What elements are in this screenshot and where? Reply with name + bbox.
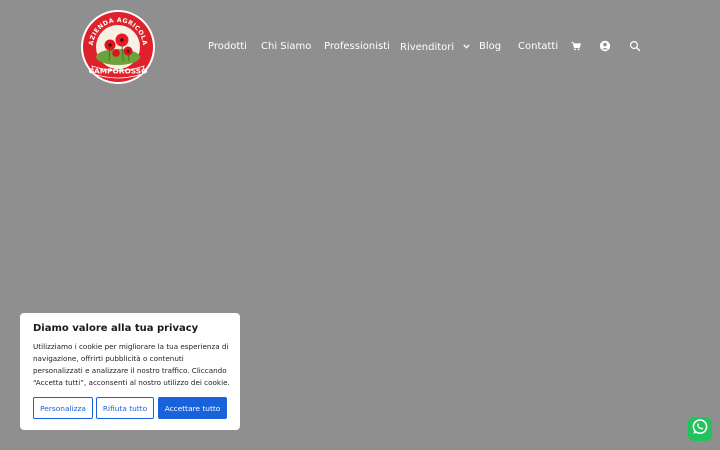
nav-item-prodotti[interactable]: Prodotti	[208, 41, 247, 52]
nav-item-rivenditori-wrapper[interactable]: Rivenditori	[400, 41, 471, 53]
cookie-banner-title: Diamo valore alla tua privacy	[33, 323, 199, 334]
chevron-down-icon	[463, 41, 471, 52]
cart-icon[interactable]	[570, 40, 582, 52]
nav-item-professionisti[interactable]: Professionisti	[324, 41, 390, 52]
nav-item-chi-siamo[interactable]: Chi Siamo	[261, 41, 311, 52]
whatsapp-chat-button[interactable]	[688, 417, 712, 441]
customize-cookies-button[interactable]: Personalizza	[33, 397, 93, 419]
search-icon[interactable]	[629, 40, 641, 52]
nav-item-rivenditori: Rivenditori	[400, 42, 455, 53]
nav-item-blog[interactable]: Blog	[479, 41, 501, 52]
main-navigation: Prodotti Chi Siamo Professionisti Rivend…	[0, 0, 720, 96]
cookie-consent-banner: Diamo valore alla tua privacy Utilizziam…	[20, 313, 240, 430]
user-account-icon[interactable]	[599, 40, 611, 52]
site-header: AZIENDA AGRICOLA CAMPOROSSO Prodotti Chi…	[0, 0, 720, 96]
nav-item-contatti[interactable]: Contatti	[518, 41, 558, 52]
whatsapp-icon	[691, 418, 709, 440]
accept-all-button[interactable]: Accettare tutto	[158, 397, 227, 419]
cookie-banner-text: Utilizziamo i cookie per migliorare la t…	[33, 342, 230, 387]
reject-all-button[interactable]: Rifiuta tutto	[96, 397, 154, 419]
